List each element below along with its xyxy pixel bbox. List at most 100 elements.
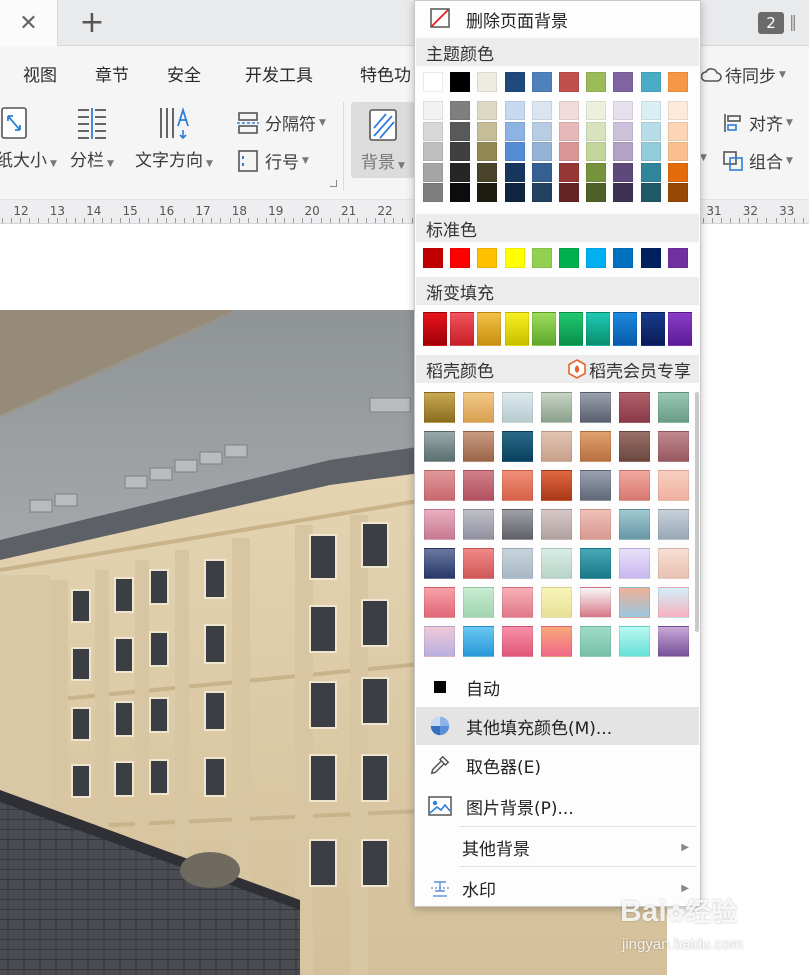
- theme-shade-swatch[interactable]: [531, 183, 552, 203]
- docer-color-swatch[interactable]: [463, 626, 494, 657]
- theme-shade-swatch[interactable]: [559, 121, 579, 141]
- theme-shade-swatch[interactable]: [586, 142, 607, 162]
- docer-color-swatch[interactable]: [541, 548, 572, 579]
- line-number-button[interactable]: 行号 ▼: [236, 148, 309, 173]
- theme-shade-swatch[interactable]: [477, 162, 498, 182]
- docer-color-swatch[interactable]: [502, 392, 533, 423]
- docer-color-swatch[interactable]: [502, 548, 533, 579]
- docer-color-swatch[interactable]: [658, 470, 689, 501]
- theme-shade-swatch[interactable]: [450, 121, 471, 141]
- theme-shade-swatch[interactable]: [504, 142, 525, 162]
- docer-color-swatch[interactable]: [541, 431, 572, 462]
- docer-color-swatch[interactable]: [619, 548, 650, 579]
- theme-shade-swatch[interactable]: [450, 142, 471, 162]
- group-button[interactable]: 组合 ▼: [722, 148, 793, 173]
- theme-shade-swatch[interactable]: [640, 162, 661, 182]
- docer-color-swatch[interactable]: [424, 626, 455, 657]
- standard-color-swatch[interactable]: [559, 248, 579, 268]
- sync-button[interactable]: 待同步 ▼: [700, 62, 786, 87]
- docer-color-swatch[interactable]: [541, 470, 572, 501]
- docer-color-swatch[interactable]: [541, 626, 572, 657]
- theme-color-swatch[interactable]: [450, 72, 471, 92]
- docer-color-swatch[interactable]: [463, 587, 494, 618]
- theme-shade-swatch[interactable]: [504, 162, 525, 182]
- theme-shade-swatch[interactable]: [531, 101, 552, 120]
- docer-color-swatch[interactable]: [502, 431, 533, 462]
- theme-shade-swatch[interactable]: [450, 101, 471, 120]
- theme-shade-swatch[interactable]: [423, 142, 443, 162]
- docer-color-swatch[interactable]: [580, 392, 611, 423]
- standard-color-swatch[interactable]: [477, 248, 498, 268]
- theme-shade-swatch[interactable]: [504, 101, 525, 120]
- theme-shade-swatch[interactable]: [504, 121, 525, 141]
- menu-tab-view[interactable]: 视图: [23, 61, 57, 86]
- theme-shade-swatch[interactable]: [423, 121, 443, 141]
- theme-shade-swatch[interactable]: [477, 183, 498, 203]
- window-count-badge[interactable]: 2: [758, 12, 784, 34]
- background-button[interactable]: 背景 ▼: [351, 102, 415, 178]
- menu-tab-developer[interactable]: 开发工具: [245, 61, 313, 86]
- theme-color-swatch[interactable]: [477, 72, 498, 92]
- new-tab-button[interactable]: +: [72, 8, 112, 38]
- menu-tab-chapter[interactable]: 章节: [95, 61, 129, 86]
- docer-color-swatch[interactable]: [424, 548, 455, 579]
- docer-colors-scrollbar[interactable]: [695, 392, 699, 632]
- theme-shade-swatch[interactable]: [450, 162, 471, 182]
- gradient-swatch[interactable]: [613, 312, 638, 346]
- docer-color-swatch[interactable]: [463, 509, 494, 540]
- theme-shade-swatch[interactable]: [559, 183, 579, 203]
- theme-shade-swatch[interactable]: [613, 142, 634, 162]
- other-background-item[interactable]: 其他背景 ▶: [416, 828, 699, 866]
- docer-color-swatch[interactable]: [502, 626, 533, 657]
- docer-color-swatch[interactable]: [541, 509, 572, 540]
- docer-color-swatch[interactable]: [658, 548, 689, 579]
- theme-shade-swatch[interactable]: [667, 101, 688, 120]
- theme-shade-swatch[interactable]: [613, 121, 634, 141]
- theme-shade-swatch[interactable]: [450, 183, 471, 203]
- text-direction-button[interactable]: 文字方向 ▼: [135, 106, 213, 171]
- theme-shade-swatch[interactable]: [640, 142, 661, 162]
- theme-shade-swatch[interactable]: [559, 101, 579, 120]
- standard-color-swatch[interactable]: [423, 248, 443, 268]
- gradient-swatch[interactable]: [667, 312, 692, 346]
- docer-color-swatch[interactable]: [424, 392, 455, 423]
- docer-color-swatch[interactable]: [541, 587, 572, 618]
- docer-color-swatch[interactable]: [658, 431, 689, 462]
- theme-color-swatch[interactable]: [613, 72, 634, 92]
- docer-color-swatch[interactable]: [658, 509, 689, 540]
- theme-color-swatch[interactable]: [504, 72, 525, 92]
- docer-color-swatch[interactable]: [424, 587, 455, 618]
- eyedropper-item[interactable]: 取色器(E): [416, 746, 699, 784]
- docer-color-swatch[interactable]: [580, 587, 611, 618]
- picture-background-item[interactable]: 图片背景(P)...: [416, 787, 699, 825]
- theme-shade-swatch[interactable]: [640, 183, 661, 203]
- theme-shade-swatch[interactable]: [640, 101, 661, 120]
- tab-close-button[interactable]: ✕: [0, 0, 58, 46]
- theme-shade-swatch[interactable]: [531, 162, 552, 182]
- gradient-swatch[interactable]: [477, 312, 502, 346]
- docer-color-swatch[interactable]: [463, 548, 494, 579]
- gradient-swatch[interactable]: [586, 312, 611, 346]
- theme-shade-swatch[interactable]: [559, 142, 579, 162]
- page-setup-launcher-icon[interactable]: [330, 180, 337, 187]
- gradient-swatch[interactable]: [559, 312, 583, 346]
- docer-color-swatch[interactable]: [463, 392, 494, 423]
- docer-color-swatch[interactable]: [580, 548, 611, 579]
- theme-shade-swatch[interactable]: [586, 162, 607, 182]
- docer-color-swatch[interactable]: [658, 392, 689, 423]
- theme-shade-swatch[interactable]: [531, 121, 552, 141]
- theme-shade-swatch[interactable]: [640, 121, 661, 141]
- more-fill-colors-item[interactable]: 其他填充颜色(M)...: [416, 707, 699, 745]
- docer-color-swatch[interactable]: [580, 470, 611, 501]
- theme-shade-swatch[interactable]: [559, 162, 579, 182]
- docer-color-swatch[interactable]: [502, 587, 533, 618]
- theme-shade-swatch[interactable]: [531, 142, 552, 162]
- docer-color-swatch[interactable]: [424, 509, 455, 540]
- docer-color-swatch[interactable]: [502, 509, 533, 540]
- paper-size-button[interactable]: 纸大小 ▼: [0, 106, 57, 171]
- theme-shade-swatch[interactable]: [423, 162, 443, 182]
- theme-color-swatch[interactable]: [586, 72, 607, 92]
- standard-color-swatch[interactable]: [586, 248, 607, 268]
- theme-shade-swatch[interactable]: [613, 101, 634, 120]
- theme-color-swatch[interactable]: [667, 72, 688, 92]
